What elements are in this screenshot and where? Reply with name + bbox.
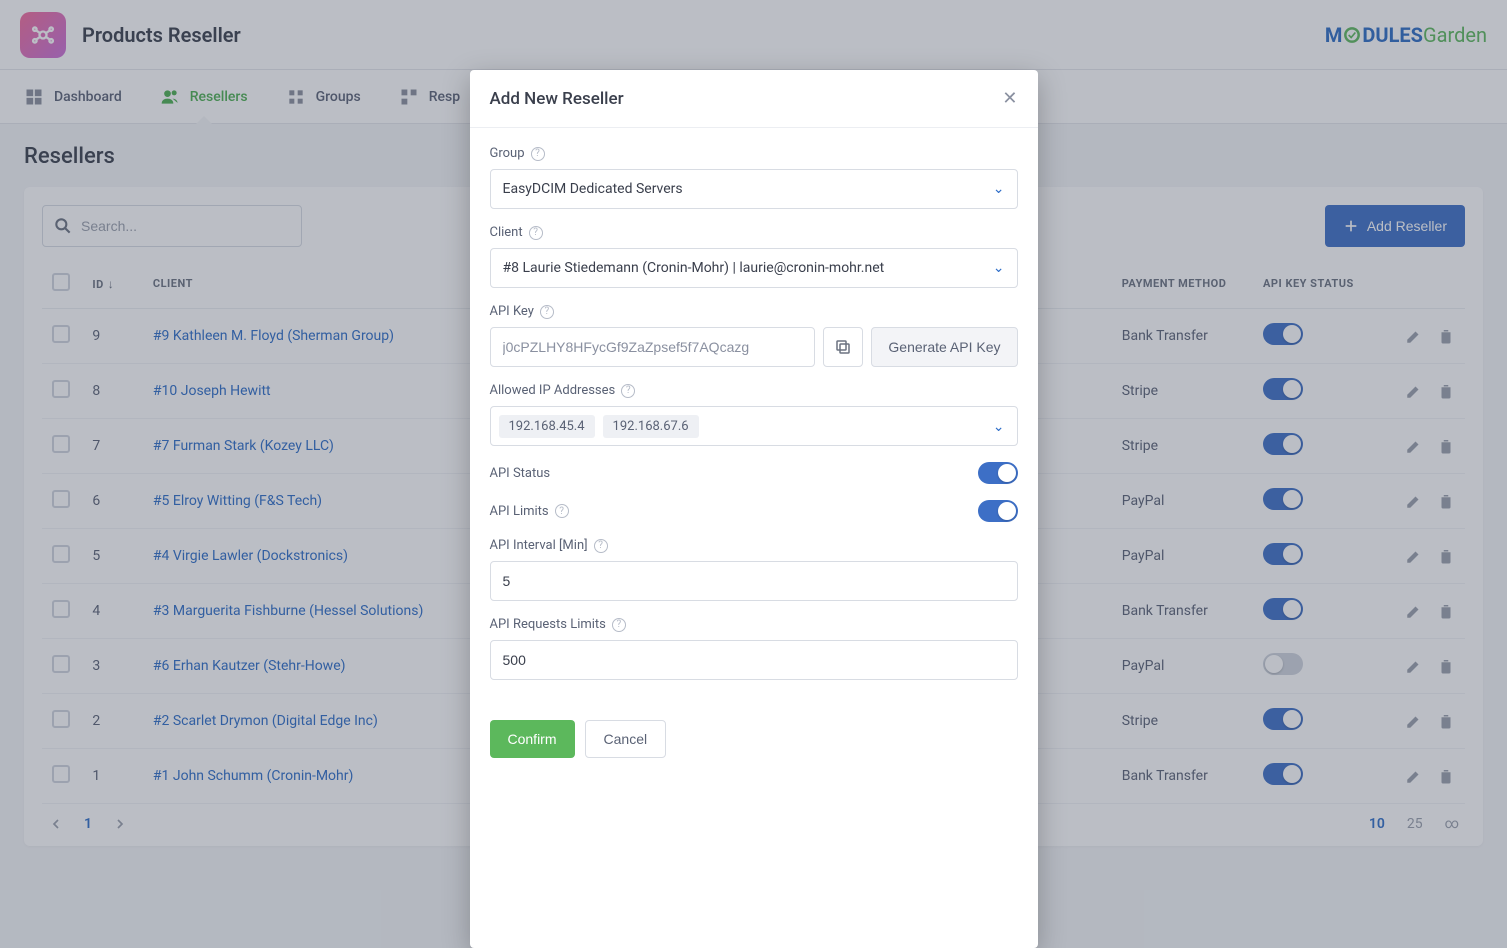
api-status-toggle[interactable]	[978, 462, 1018, 484]
group-select[interactable]: EasyDCIM Dedicated Servers ⌄	[490, 169, 1018, 209]
cancel-button[interactable]: Cancel	[585, 720, 667, 758]
help-icon[interactable]: ?	[555, 504, 569, 518]
help-icon[interactable]: ?	[621, 384, 635, 398]
generate-api-key-button[interactable]: Generate API Key	[871, 327, 1017, 367]
chevron-down-icon: ⌄	[993, 181, 1005, 197]
label-api-requests: API Requests Limits	[490, 617, 606, 632]
help-icon[interactable]: ?	[594, 539, 608, 553]
label-client: Client	[490, 225, 523, 240]
label-api-limits: API Limits	[490, 504, 549, 519]
label-api-key: API Key	[490, 304, 534, 319]
modal-overlay: Add New Reseller ✕ Group ? EasyDCIM Dedi…	[0, 0, 1507, 948]
help-icon[interactable]: ?	[531, 147, 545, 161]
copy-button[interactable]	[823, 327, 863, 367]
ip-chip[interactable]: 192.168.67.6	[603, 415, 699, 438]
help-icon[interactable]: ?	[540, 305, 554, 319]
client-value: #8 Laurie Stiedemann (Cronin-Mohr) | lau…	[503, 260, 885, 276]
label-api-interval: API Interval [Min]	[490, 538, 588, 553]
api-requests-input[interactable]	[490, 640, 1018, 680]
add-reseller-modal: Add New Reseller ✕ Group ? EasyDCIM Dedi…	[470, 70, 1038, 948]
chevron-down-icon: ⌄	[993, 260, 1005, 276]
group-value: EasyDCIM Dedicated Servers	[503, 181, 683, 197]
modal-title: Add New Reseller	[490, 89, 624, 109]
ip-chip[interactable]: 192.168.45.4	[499, 415, 595, 438]
confirm-button[interactable]: Confirm	[490, 720, 575, 758]
api-limits-toggle[interactable]	[978, 500, 1018, 522]
label-api-status: API Status	[490, 466, 551, 481]
api-key-input[interactable]	[490, 327, 816, 367]
close-icon[interactable]: ✕	[1002, 88, 1017, 109]
label-allowed-ips: Allowed IP Addresses	[490, 383, 616, 398]
help-icon[interactable]: ?	[612, 618, 626, 632]
client-select[interactable]: #8 Laurie Stiedemann (Cronin-Mohr) | lau…	[490, 248, 1018, 288]
help-icon[interactable]: ?	[529, 226, 543, 240]
chevron-down-icon: ⌄	[993, 419, 1005, 435]
copy-icon	[834, 338, 852, 356]
label-group: Group	[490, 146, 525, 161]
allowed-ip-input[interactable]: 192.168.45.4 192.168.67.6 ⌄	[490, 406, 1018, 446]
api-interval-input[interactable]	[490, 561, 1018, 601]
